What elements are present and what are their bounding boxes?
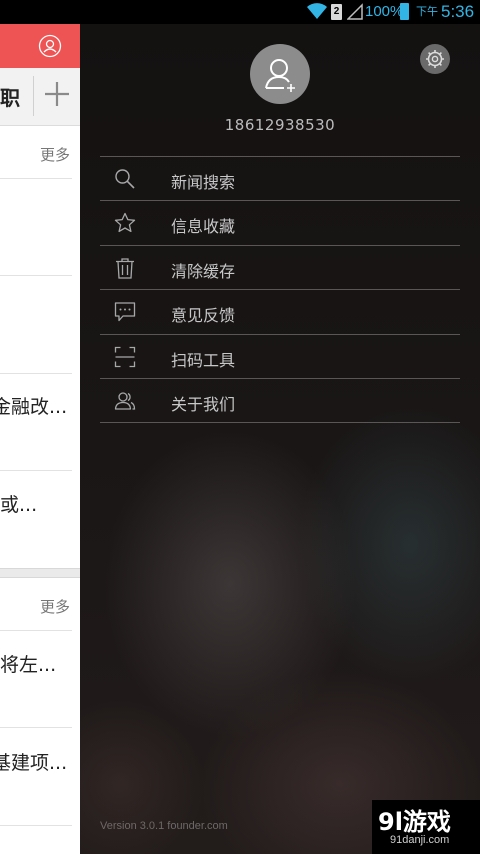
menu-item-scan-tool[interactable]: 扫码工具 <box>100 335 460 379</box>
content-header <box>0 24 80 68</box>
status-ampm: 下午 <box>416 6 438 18</box>
gear-icon <box>426 50 444 68</box>
star-icon <box>114 212 136 234</box>
section-gap <box>0 568 80 578</box>
menu-item-label: 关于我们 <box>171 394 236 414</box>
news-headline[interactable]: 金融改... <box>0 392 67 419</box>
status-bar: 2 100% 下午 5:36 <box>0 0 480 24</box>
divider <box>0 275 72 276</box>
menu-item-label: 新闻搜索 <box>171 173 236 192</box>
menu-item-news-search[interactable]: 新闻搜索 <box>100 157 460 202</box>
settings-button[interactable] <box>420 44 450 74</box>
category-tabs: 职 <box>0 68 80 126</box>
add-user-icon <box>265 59 295 92</box>
menu-item-label: 扫码工具 <box>171 350 236 370</box>
menu-item-clear-cache[interactable]: 清除缓存 <box>100 246 460 291</box>
user-icon[interactable] <box>38 34 62 62</box>
menu-item-label: 清除缓存 <box>171 261 236 281</box>
search-icon <box>114 168 136 190</box>
tab-active[interactable]: 职 <box>0 82 20 111</box>
menu-item-feedback[interactable]: 意见反馈 <box>100 290 460 335</box>
watermark-url: 91danji.com <box>390 834 450 846</box>
drawer-menu: 新闻搜索 信息收藏 清除缓存 意见反馈 扫码工具 关于我们 <box>100 156 460 424</box>
watermark-logo: 9l游戏 91danji.com <box>372 800 480 854</box>
divider <box>0 373 72 374</box>
feedback-icon <box>114 301 136 323</box>
wifi-icon <box>306 2 328 26</box>
signal-icon <box>346 3 363 27</box>
avatar[interactable] <box>250 44 310 104</box>
news-headline[interactable]: 基建项... <box>0 748 67 775</box>
status-time: 5:36 <box>441 2 475 21</box>
battery-icon <box>400 3 409 20</box>
users-icon <box>114 390 136 412</box>
divider <box>0 825 72 826</box>
menu-item-favorites[interactable]: 信息收藏 <box>100 201 460 246</box>
divider <box>0 630 72 631</box>
main-content-page[interactable]: 职 更多 金融改... 或... 更多 将左... 基建项... <box>0 24 80 854</box>
trash-icon <box>114 257 136 279</box>
divider <box>0 727 72 728</box>
user-phone: 18612938530 <box>224 116 336 134</box>
version-text: Version 3.0.1 founder.com <box>100 820 228 832</box>
side-drawer: 18612938530 新闻搜索 信息收藏 清除缓存 意见反馈 扫码工具 关于我… <box>80 24 480 854</box>
sim-icon: 2 <box>331 4 342 20</box>
more-link[interactable]: 更多 <box>40 596 70 617</box>
news-headline[interactable]: 或... <box>0 490 37 517</box>
add-category-icon[interactable] <box>42 79 72 113</box>
menu-item-label: 信息收藏 <box>171 217 236 237</box>
scan-icon <box>114 346 136 368</box>
divider <box>0 470 72 471</box>
news-headline[interactable]: 将左... <box>0 650 56 677</box>
menu-item-about-us[interactable]: 关于我们 <box>100 379 460 424</box>
more-link[interactable]: 更多 <box>40 144 70 165</box>
battery-percent: 100% <box>365 3 404 20</box>
tab-divider <box>33 76 34 116</box>
divider <box>0 178 72 179</box>
menu-item-label: 意见反馈 <box>171 306 236 326</box>
watermark-main: 9l游戏 <box>378 808 451 836</box>
